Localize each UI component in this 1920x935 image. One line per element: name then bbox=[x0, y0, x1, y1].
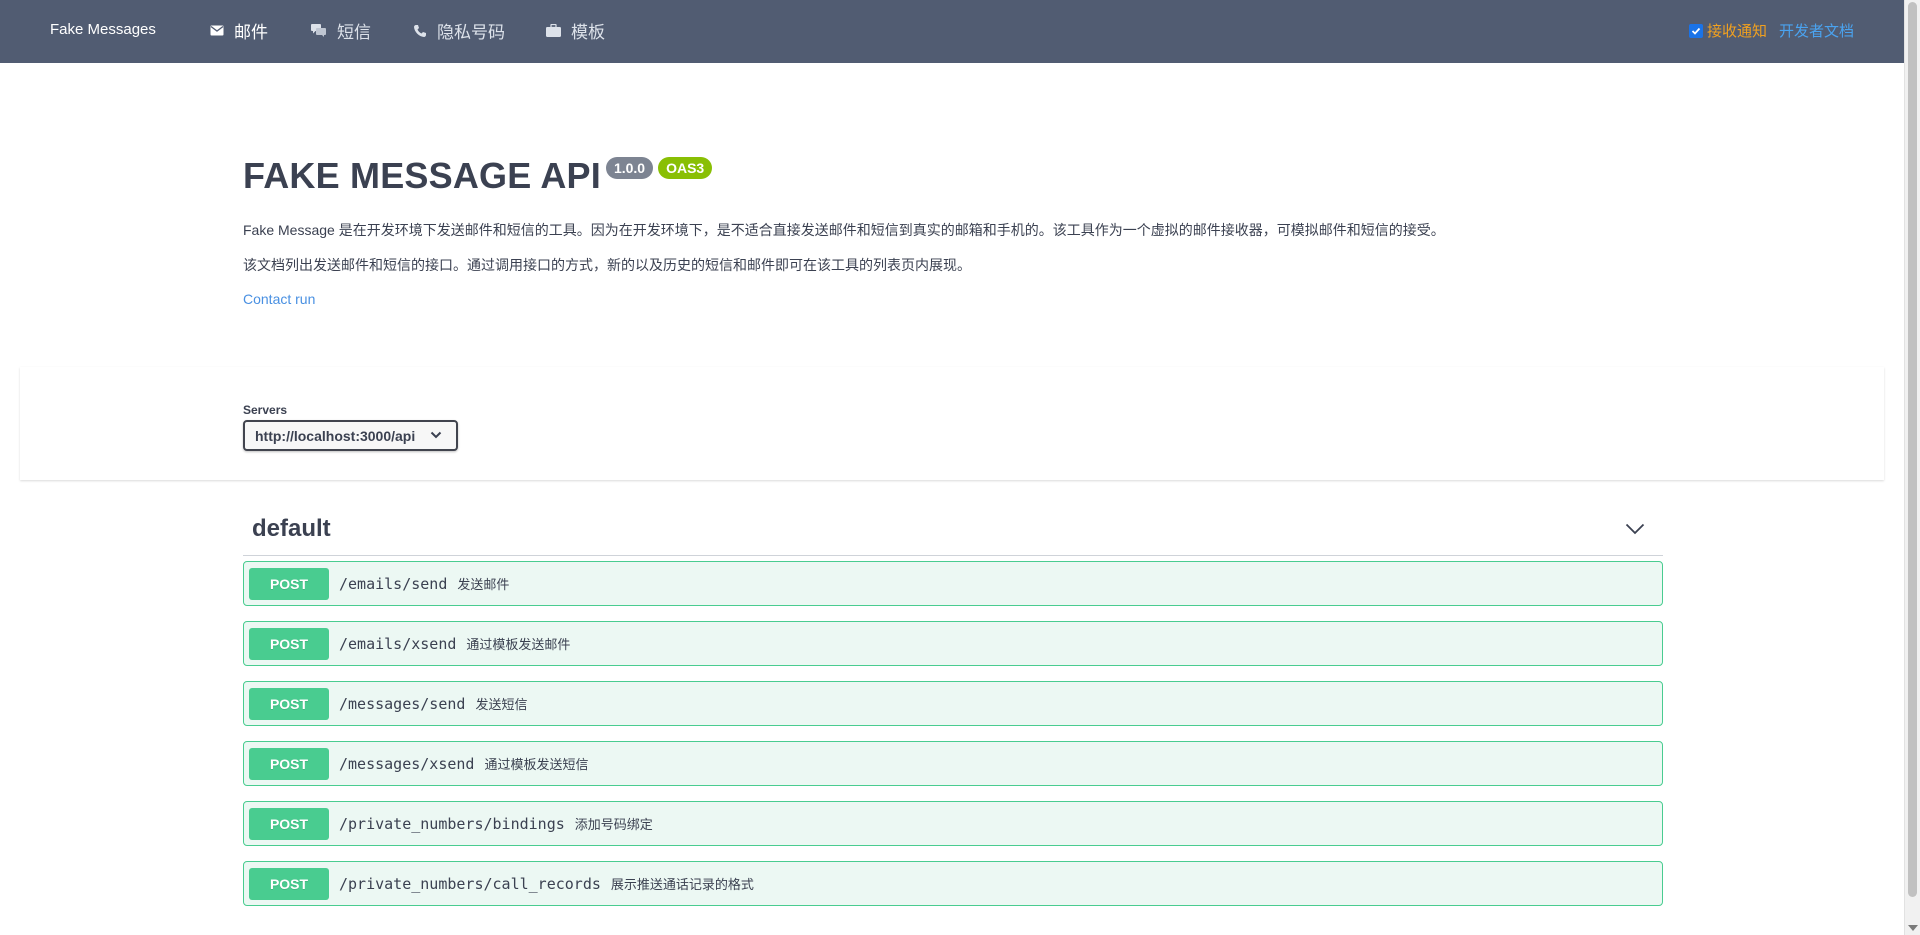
tag-header-default[interactable]: default bbox=[243, 503, 1663, 556]
notify-label[interactable]: 接收通知 bbox=[1707, 20, 1767, 41]
operation-path: /messages/send bbox=[339, 694, 466, 713]
method-badge: POST bbox=[249, 807, 329, 840]
nav-item-label: 模板 bbox=[571, 23, 605, 42]
operation-summary: 展示推送通话记录的格式 bbox=[610, 877, 754, 892]
server-select-value: http://localhost:3000/api bbox=[255, 427, 416, 444]
scroll-down-arrow[interactable] bbox=[1908, 925, 1918, 931]
operation-row[interactable]: POST /messages/send 发送短信 bbox=[243, 681, 1663, 726]
chat-icon bbox=[311, 24, 326, 37]
nav-item-label: 隐私号码 bbox=[437, 23, 505, 42]
contact-link[interactable]: Contact run bbox=[243, 291, 315, 307]
notify-checkbox[interactable] bbox=[1688, 23, 1703, 38]
chevron-down-icon bbox=[430, 431, 442, 439]
nav-item-sms[interactable]: 短信 bbox=[311, 18, 371, 43]
operations-section: default POST /emails/send 发送邮件 POST /ema… bbox=[243, 503, 1663, 921]
check-icon bbox=[1691, 27, 1701, 35]
operation-row[interactable]: POST /messages/xsend 通过模板发送短信 bbox=[243, 741, 1663, 786]
brand-logo[interactable]: Fake Messages bbox=[50, 21, 156, 38]
nav-right-group: 接收通知 开发者文档 bbox=[1688, 20, 1854, 41]
operation-path: /emails/xsend bbox=[339, 634, 457, 653]
title-row: FAKE MESSAGE API 1.0.0 OAS3 bbox=[243, 155, 1663, 197]
operation-summary: 发送短信 bbox=[475, 697, 528, 712]
method-badge: POST bbox=[249, 687, 329, 720]
method-badge: POST bbox=[249, 747, 329, 780]
operation-path: /emails/send bbox=[339, 574, 448, 593]
api-description-secondary: 该文档列出发送邮件和短信的接口。通过调用接口的方式，新的以及历史的短信和邮件即可… bbox=[243, 257, 971, 273]
mail-icon bbox=[210, 25, 224, 36]
operation-row[interactable]: POST /emails/xsend 通过模板发送邮件 bbox=[243, 621, 1663, 666]
method-badge: POST bbox=[249, 567, 329, 600]
version-badge: 1.0.0 bbox=[605, 157, 654, 179]
operation-path: /private_numbers/bindings bbox=[339, 814, 565, 833]
nav-item-private-number[interactable]: 隐私号码 bbox=[413, 18, 505, 43]
api-info: FAKE MESSAGE API 1.0.0 OAS3 Fake Message… bbox=[243, 155, 1663, 309]
api-description: Fake Message 是在开发环境下发送邮件和短信的工具。因为在开发环境下，… bbox=[243, 222, 1445, 238]
method-badge: POST bbox=[249, 627, 329, 660]
page-title: FAKE MESSAGE API bbox=[243, 155, 601, 196]
operation-path: /messages/xsend bbox=[339, 754, 475, 773]
operation-summary: 通过模板发送短信 bbox=[484, 757, 589, 772]
operation-row[interactable]: POST /private_numbers/bindings 添加号码绑定 bbox=[243, 801, 1663, 846]
nav-item-mail[interactable]: 邮件 bbox=[210, 18, 268, 43]
briefcase-icon bbox=[546, 24, 561, 37]
servers-label: Servers bbox=[243, 403, 288, 417]
operation-summary: 通过模板发送邮件 bbox=[466, 637, 571, 652]
top-navbar: Fake Messages 邮件 短信 隐私号码 模板 接收通知 开发者文档 bbox=[0, 0, 1904, 63]
chevron-down-icon[interactable] bbox=[1625, 523, 1645, 535]
scrollbar-thumb[interactable] bbox=[1908, 2, 1917, 897]
operation-row[interactable]: POST /private_numbers/call_records 展示推送通… bbox=[243, 861, 1663, 906]
operation-summary: 添加号码绑定 bbox=[574, 817, 653, 832]
phone-icon bbox=[414, 24, 426, 37]
operation-summary: 发送邮件 bbox=[457, 577, 510, 592]
operation-path: /private_numbers/call_records bbox=[339, 874, 601, 893]
spec-badge: OAS3 bbox=[658, 157, 713, 179]
developer-docs-link[interactable]: 开发者文档 bbox=[1779, 20, 1854, 41]
servers-panel: Servers http://localhost:3000/api bbox=[20, 367, 1884, 480]
tag-name: default bbox=[252, 515, 331, 542]
nav-item-label: 邮件 bbox=[234, 23, 268, 42]
page-scrollbar[interactable] bbox=[1904, 0, 1920, 935]
nav-item-label: 短信 bbox=[337, 23, 371, 42]
method-badge: POST bbox=[249, 867, 329, 900]
nav-item-template[interactable]: 模板 bbox=[546, 18, 605, 43]
operation-row[interactable]: POST /emails/send 发送邮件 bbox=[243, 561, 1663, 606]
server-select[interactable]: http://localhost:3000/api bbox=[243, 420, 458, 451]
